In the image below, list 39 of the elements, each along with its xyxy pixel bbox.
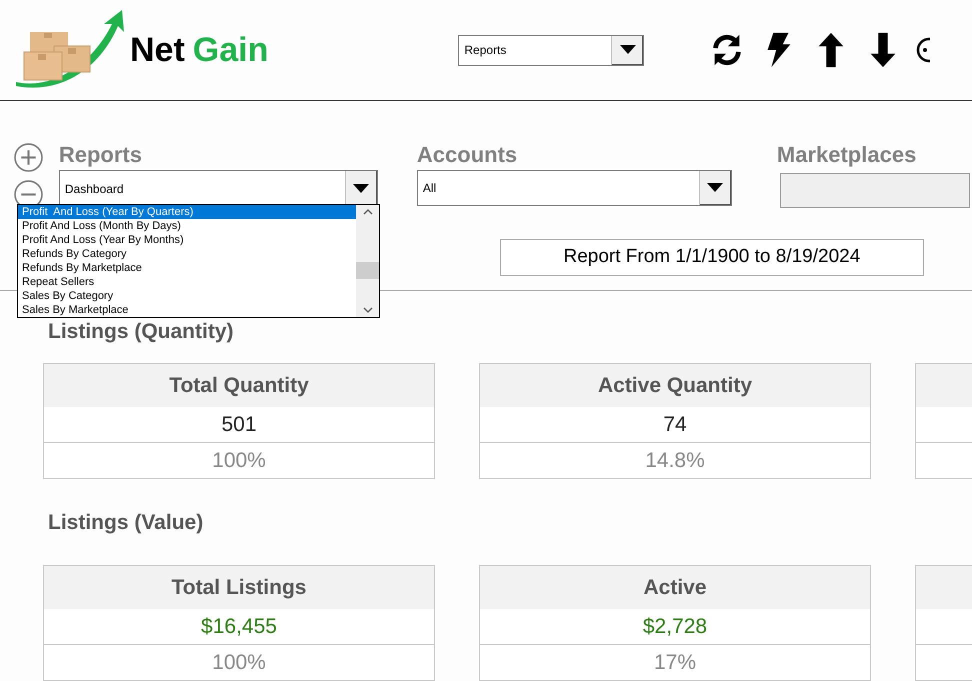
card-percent: 17% [652,650,698,676]
dropdown-option[interactable]: Refunds By Marketplace [18,261,356,275]
logo-word: Gain [192,33,268,67]
dropdown-option[interactable]: Profit And Loss (Year By Months) [18,233,356,247]
caret-icon [707,183,724,193]
caret-icon [353,184,370,194]
logo-word: Net [130,33,185,67]
zoom-in-icon[interactable] [14,143,43,172]
report-type-select[interactable]: Dashboard [58,170,378,207]
filter-label: Marketplaces [776,141,918,169]
dropdown-option[interactable]: Profit And Loss (Year By Quarters) [18,205,356,219]
card-title: Total Listings [44,566,434,609]
card-value: $2,728 [480,609,870,645]
dropdown-option[interactable]: Refunds By Category [18,247,356,261]
filter-label: Reports [58,141,143,169]
scroll-down-icon[interactable] [362,307,372,313]
dropdown-option[interactable]: Profit And Loss (Month By Days) [18,219,356,233]
section-title: Listings (Quantity) [48,319,234,345]
dropdown-option[interactable]: Sales By Marketplace [18,303,356,317]
card-percent: 14.8% [644,448,706,474]
filter-label: Accounts [416,141,518,169]
scrollbar[interactable] [356,205,379,317]
card-title: Active Quantity [480,364,870,407]
card-percent: 100% [211,448,267,474]
card-title: Total Quantity [44,364,434,407]
card-title: Active [480,566,870,609]
caret-icon [620,45,636,55]
scroll-thumb[interactable] [356,262,379,279]
report-range: Report From 1/1/1900 to 8/19/2024 [500,239,924,276]
card-value: 74 [480,407,870,443]
dropdown-option[interactable]: Sales By Category [18,289,356,303]
card-value: $16,455 [44,609,434,645]
card-percent: 100% [211,650,267,676]
card-value: 501 [44,407,434,443]
section-title: Listings (Value) [48,510,204,536]
view-select[interactable]: Reports [458,34,644,66]
scroll-up-icon[interactable] [362,209,372,215]
accounts-select[interactable]: All [416,170,732,206]
dropdown-option[interactable]: Repeat Sellers [18,275,356,289]
